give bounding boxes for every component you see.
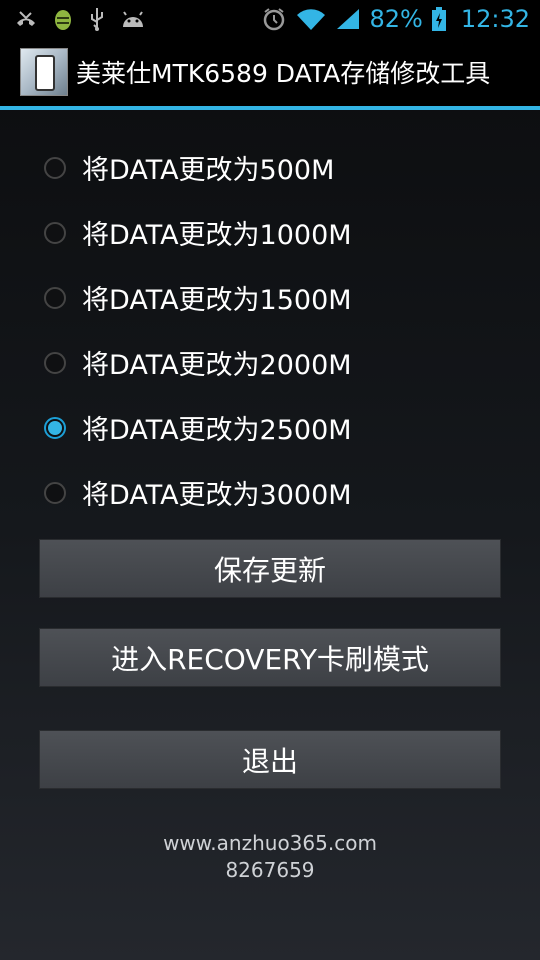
action-bar: 美莱仕MTK6589 DATA存储修改工具 [0,38,540,106]
signal-icon [335,7,361,31]
radio-label: 将DATA更改为2000M [82,350,352,381]
radio-option-1500m[interactable]: 将DATA更改为1500M [0,265,540,330]
radio-option-1000m[interactable]: 将DATA更改为1000M [0,200,540,265]
alarm-icon [261,6,287,32]
battery-percent: 82% [369,5,423,33]
radio-label: 将DATA更改为3000M [82,480,352,511]
missed-call-icon [14,9,38,29]
radio-button[interactable] [44,481,66,504]
android-debug-icon [52,6,74,32]
radio-label: 将DATA更改为1500M [82,285,352,316]
app-icon [20,48,68,96]
android-icon [120,9,146,29]
footer-website: www.anzhuo365.com [163,831,377,855]
radio-option-500m[interactable]: 将DATA更改为500M [0,135,540,200]
save-update-button[interactable]: 保存更新 [39,539,501,598]
data-size-radio-group: 将DATA更改为500M 将DATA更改为1000M 将DATA更改为1500M… [0,135,540,525]
radio-button[interactable] [44,351,66,374]
radio-option-2000m[interactable]: 将DATA更改为2000M [0,330,540,395]
radio-option-3000m[interactable]: 将DATA更改为3000M [0,460,540,525]
footer-code: 8267659 [225,858,315,882]
radio-label: 将DATA更改为2500M [82,415,352,446]
exit-button[interactable]: 退出 [39,730,501,789]
radio-option-2500m[interactable]: 将DATA更改为2500M [0,395,540,460]
status-bar: 82% 12:32 [0,0,540,38]
battery-icon [431,6,447,32]
radio-button[interactable] [44,416,66,439]
radio-button[interactable] [44,286,66,309]
radio-button[interactable] [44,221,66,244]
clock: 12:32 [460,5,530,33]
usb-icon [88,6,106,32]
wifi-icon [295,7,327,31]
radio-button[interactable] [44,156,66,179]
app-title: 美莱仕MTK6589 DATA存储修改工具 [76,59,491,88]
radio-label: 将DATA更改为500M [82,155,335,186]
radio-label: 将DATA更改为1000M [82,220,352,251]
recovery-mode-button[interactable]: 进入RECOVERY卡刷模式 [39,628,501,687]
title-divider [0,106,540,110]
